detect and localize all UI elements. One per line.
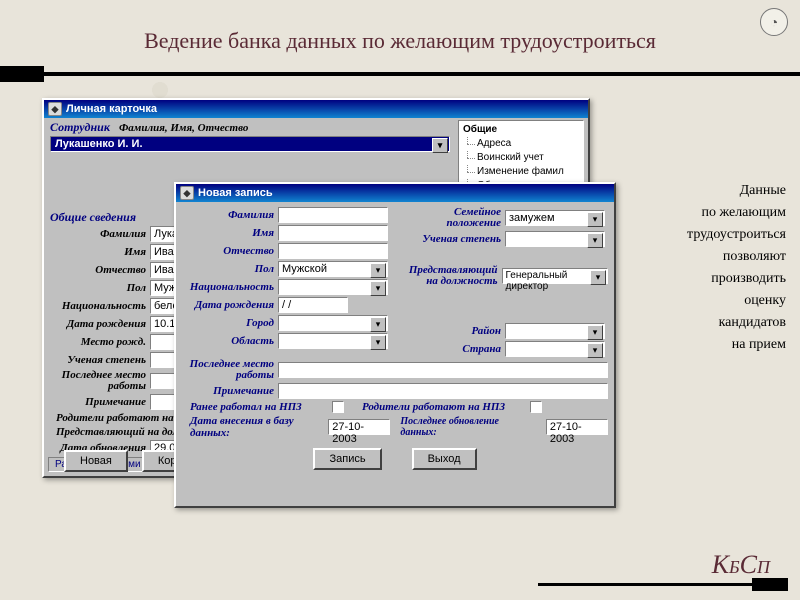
city-label: Город bbox=[182, 317, 274, 329]
exit-button[interactable]: Выход bbox=[412, 448, 477, 470]
entered-input[interactable]: 27-10-2003 bbox=[328, 419, 390, 435]
sex2-combo[interactable]: Мужской bbox=[278, 261, 388, 277]
sex-label: Пол bbox=[50, 282, 146, 294]
position2-label: Представляющий на должность bbox=[401, 265, 498, 287]
nationality2-combo[interactable] bbox=[278, 279, 388, 295]
marital-label: Семейное положение bbox=[401, 207, 501, 229]
note2-input[interactable] bbox=[278, 383, 608, 399]
sidebar-caption: Данные по желающим трудоустроиться позво… bbox=[666, 180, 786, 356]
nationality-label: Национальность bbox=[50, 300, 146, 312]
marital-combo[interactable]: замужем bbox=[505, 210, 605, 226]
parents-npz-label: Родители работают на НПЗ bbox=[362, 401, 512, 413]
name2-label: Имя bbox=[182, 227, 274, 239]
window-title: Личная карточка bbox=[66, 103, 157, 115]
tree-item[interactable]: Изменение фамил bbox=[463, 165, 579, 179]
lastjob-label: Последнее место работы bbox=[50, 370, 146, 392]
tree-item[interactable]: Воинский учет bbox=[463, 151, 579, 165]
new-button[interactable]: Новая bbox=[64, 450, 128, 472]
position2-combo[interactable]: Генеральный директор bbox=[502, 268, 608, 284]
lastjob2-label: Последнее место работы bbox=[182, 359, 274, 381]
entered-label: Дата внесения в базу данных: bbox=[182, 415, 318, 439]
city-combo[interactable] bbox=[278, 315, 388, 331]
degree2-label: Ученая степень bbox=[401, 234, 501, 245]
titlebar-new-record[interactable]: ◆ Новая запись bbox=[176, 184, 614, 202]
surname-label: Фамилия bbox=[50, 228, 146, 240]
updated2-input[interactable]: 27-10-2003 bbox=[546, 419, 608, 435]
footer-brand: КБСП bbox=[712, 550, 770, 580]
degree-label: Ученая степень bbox=[50, 354, 146, 366]
tree-item[interactable]: Адреса bbox=[463, 137, 579, 151]
dob-label: Дата рождения bbox=[50, 318, 146, 330]
district-combo[interactable] bbox=[505, 323, 605, 339]
save-button[interactable]: Запись bbox=[313, 448, 381, 470]
region-combo[interactable] bbox=[278, 333, 388, 349]
dob2-input[interactable]: / / bbox=[278, 297, 348, 313]
patronymic2-label: Отчество bbox=[182, 245, 274, 257]
country-combo[interactable] bbox=[505, 341, 605, 357]
updated2-label: Последнее обновление данных: bbox=[400, 416, 535, 438]
worked-npz-label: Ранее работал на НПЗ bbox=[182, 401, 314, 413]
fio-combo[interactable]: Лукашенко И. И. bbox=[50, 136, 450, 152]
degree2-combo[interactable] bbox=[505, 231, 605, 247]
lastjob2-input[interactable] bbox=[278, 362, 608, 378]
tree-root[interactable]: Общие bbox=[463, 123, 579, 137]
surname2-input[interactable] bbox=[278, 207, 388, 223]
parents-npz-checkbox[interactable] bbox=[530, 401, 542, 413]
app-icon: ◆ bbox=[180, 186, 194, 200]
footer-deco-bar bbox=[538, 583, 788, 586]
patronymic-label: Отчество bbox=[50, 264, 146, 276]
sex2-label: Пол bbox=[182, 263, 274, 275]
birthplace-label: Место рожд. bbox=[50, 336, 146, 348]
patronymic2-input[interactable] bbox=[278, 243, 388, 259]
nationality2-label: Национальность bbox=[182, 281, 274, 293]
note2-label: Примечание bbox=[182, 385, 274, 397]
note-label: Примечание bbox=[50, 396, 146, 408]
app-icon: ◆ bbox=[48, 102, 62, 116]
country-label: Страна bbox=[401, 343, 501, 355]
window-title-2: Новая запись bbox=[198, 187, 273, 199]
titlebar-personal-card[interactable]: ◆ Личная карточка bbox=[44, 100, 588, 118]
name-label: Имя bbox=[50, 246, 146, 258]
worked-npz-checkbox[interactable] bbox=[332, 401, 344, 413]
window-new-record: ◆ Новая запись Фамилия Имя Отчество Пол М… bbox=[174, 182, 616, 508]
fio-caption: Фамилия, Имя, Отчество bbox=[119, 122, 248, 134]
name2-input[interactable] bbox=[278, 225, 388, 241]
title-deco-bar bbox=[0, 72, 800, 76]
district-label: Район bbox=[401, 325, 501, 337]
section-employee: Сотрудник Фамилия, Имя, Отчество bbox=[44, 118, 456, 135]
slide-title: Ведение банка данных по желающим трудоус… bbox=[0, 28, 800, 54]
dob2-label: Дата рождения bbox=[182, 299, 274, 311]
surname2-label: Фамилия bbox=[182, 209, 274, 221]
region-label: Область bbox=[182, 335, 274, 347]
